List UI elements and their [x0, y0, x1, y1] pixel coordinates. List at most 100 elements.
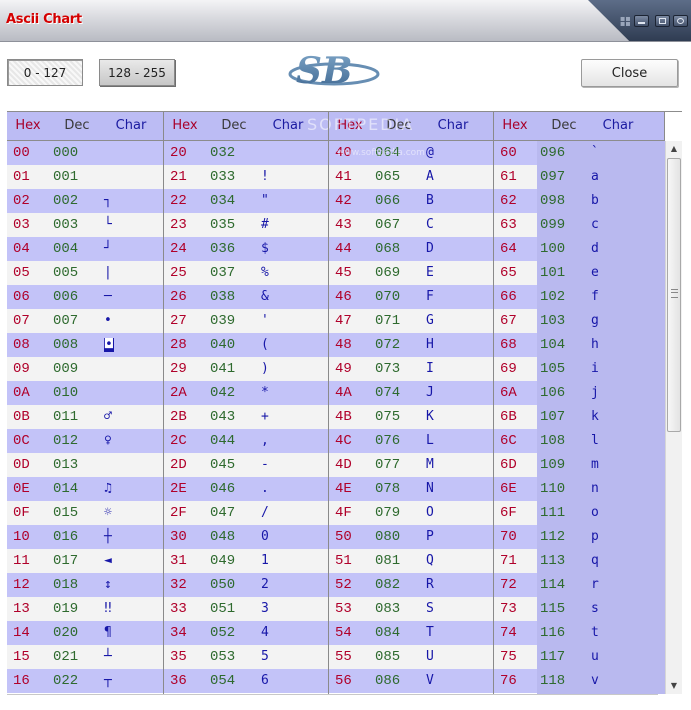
- minimize-button[interactable]: [634, 15, 649, 27]
- maximize-button[interactable]: [655, 15, 670, 27]
- hex-cell: 63: [500, 217, 517, 233]
- dec-cell: 013: [53, 457, 79, 473]
- char-cell: J: [426, 385, 434, 400]
- hex-cell: 75: [500, 649, 517, 665]
- arrow-down-icon[interactable]: ▼: [666, 678, 682, 694]
- table-row[interactable]: 0E 014 ♫ 2E 046. 4E 078 N 6E 110 n: [7, 477, 599, 501]
- char-cell: v: [591, 673, 599, 688]
- table-row[interactable]: 15 021 ┴ 35 053 5 55 085 U 75 117 u: [7, 645, 599, 669]
- dec-cell: 001: [53, 169, 79, 185]
- char-cell: O: [426, 505, 434, 520]
- char-cell: L: [426, 433, 434, 448]
- table-row[interactable]: 14 020 ¶ 34 052 4 54 084 T 74 116 t: [7, 621, 599, 645]
- table-row[interactable]: 12 018 ↕ 32 050 2 52 082 R 72 114 r: [7, 573, 599, 597]
- dec-cell: 032: [210, 145, 236, 161]
- table-row[interactable]: 0D 013 2D 045 - 4D 077 M 6D 109 m: [7, 453, 599, 477]
- table-row[interactable]: 0C 012 ♀ 2C 044, 4C 076 L 6C 108 l: [7, 429, 599, 453]
- column-header-dec[interactable]: Dec: [373, 112, 425, 140]
- hex-cell: 05: [13, 265, 30, 281]
- column-header-dec[interactable]: Dec: [51, 112, 103, 140]
- table-row[interactable]: 09 009 29 041) 49 073 I 69 105 i: [7, 357, 599, 381]
- table-row[interactable]: 08 008 ◘ 28 040 (48 072 H 68 104 h: [7, 333, 599, 357]
- dec-cell: 067: [375, 217, 401, 233]
- dec-cell: 017: [53, 553, 79, 569]
- vertical-scrollbar[interactable]: ▲ ▼: [665, 141, 682, 694]
- column-header-dec[interactable]: Dec: [538, 112, 590, 140]
- column-header-dec[interactable]: Dec: [208, 112, 260, 140]
- hex-cell: 01: [13, 169, 30, 185]
- char-cell: ◄: [104, 553, 112, 568]
- hex-cell: 55: [335, 649, 352, 665]
- dec-cell: 086: [375, 673, 401, 689]
- hex-cell: 00: [13, 145, 30, 161]
- dec-cell: 077: [375, 457, 401, 473]
- table-row[interactable]: 04 004 ┘ 24 036 $44 068 D 64 100 d: [7, 237, 599, 261]
- char-cell: r: [591, 577, 599, 592]
- scrollbar-thumb[interactable]: [667, 158, 681, 432]
- dec-cell: 019: [53, 601, 79, 617]
- column-header-hex[interactable]: Hex: [164, 112, 206, 140]
- char-cell: k: [591, 409, 599, 424]
- table-row[interactable]: 10 016 ┼ 30 048 0 50 080 P 70 112 p: [7, 525, 599, 549]
- char-cell: ♫: [104, 481, 112, 496]
- table-row[interactable]: 0A 010 2A 042 * 4A 074 J 6A 106 j: [7, 381, 599, 405]
- char-cell: 3: [261, 601, 269, 616]
- char-cell: A: [426, 169, 434, 184]
- hex-cell: 06: [13, 289, 30, 305]
- char-cell: ↕: [104, 577, 112, 592]
- hex-cell: 4D: [335, 457, 352, 473]
- table-row[interactable]: 0B 011 ♂ 2B 043 +4B 075 K 6B 107 k: [7, 405, 599, 429]
- column-header-hex[interactable]: Hex: [329, 112, 371, 140]
- column-header-hex[interactable]: Hex: [494, 112, 536, 140]
- table-row[interactable]: 01 001 21 033! 41 065 A 61 097 a: [7, 165, 599, 189]
- dec-cell: 072: [375, 337, 401, 353]
- char-cell: Q: [426, 553, 434, 568]
- dec-cell: 012: [53, 433, 79, 449]
- title-bar[interactable]: Ascii Chart ▪▪ ▪▪: [0, 0, 691, 42]
- table-row[interactable]: 07 007 • 27 039 ' 47 071 G 67 103 g: [7, 309, 599, 333]
- dec-cell: 113: [540, 553, 566, 569]
- table-row[interactable]: 02 002 ┐ 22 034 " 42 066 B 62 098 b: [7, 189, 599, 213]
- window-title: Ascii Chart: [6, 12, 82, 27]
- dec-cell: 110: [540, 481, 566, 497]
- table-row[interactable]: 0F 015 ☼ 2F 047 / 4F 079 O 6F 111 o: [7, 501, 599, 525]
- table-row[interactable]: 03 003 └ 23 035 #43 067 C 63 099 c: [7, 213, 599, 237]
- table-row[interactable]: 16 022 ┬ 36 054 6 56 086 V 76 118 v: [7, 669, 599, 693]
- column-header-char[interactable]: Char: [260, 112, 316, 140]
- dec-cell: 104: [540, 337, 566, 353]
- char-cell: ┼: [104, 529, 112, 544]
- char-cell: i: [591, 361, 599, 376]
- dec-cell: 051: [210, 601, 236, 617]
- window-close-button[interactable]: [673, 15, 688, 27]
- char-cell: U: [426, 649, 434, 664]
- column-header-char[interactable]: Char: [590, 112, 646, 140]
- hex-cell: 29: [170, 361, 187, 377]
- table-body[interactable]: 00 000 20 032 40 064 @60 096 ` 01 001 21 033! 41 065 A 6…: [7, 141, 665, 694]
- table-row[interactable]: 13 019 ‼ 33 051 3 53 083 S 73 115 s: [7, 597, 599, 621]
- table-row[interactable]: 00 000 20 032 40 064 @60 096 `: [7, 141, 599, 165]
- hex-cell: 54: [335, 625, 352, 641]
- char-cell: ": [261, 193, 269, 208]
- ascii-table[interactable]: Hex Dec Char Hex Dec Char Hex Dec Char Hex Dec Char…: [7, 111, 682, 695]
- hex-cell: 47: [335, 313, 352, 329]
- hex-cell: 34: [170, 625, 187, 641]
- char-cell: ☼: [104, 505, 112, 520]
- close-button[interactable]: Close: [581, 59, 678, 87]
- dec-cell: 008: [53, 337, 79, 353]
- table-row[interactable]: 11 017 ◄ 31 049 1 51 081 Q 71 113 q: [7, 549, 599, 573]
- column-header-char[interactable]: Char: [425, 112, 481, 140]
- dec-cell: 011: [53, 409, 79, 425]
- hex-cell: 11: [13, 553, 30, 569]
- range-0-127-button[interactable]: 0 - 127: [7, 59, 83, 86]
- dec-cell: 014: [53, 481, 79, 497]
- arrow-up-icon[interactable]: ▲: [666, 141, 682, 157]
- range-128-255-button[interactable]: 128 - 255: [99, 59, 175, 86]
- char-cell: ¶: [104, 625, 112, 640]
- table-row[interactable]: 05 005 | 25 037% 45 069 E 65 101 e: [7, 261, 599, 285]
- hex-cell: 67: [500, 313, 517, 329]
- dec-cell: 116: [540, 625, 566, 641]
- table-row[interactable]: 06 006 ─ 26 038 & 46 070 F 66 102 f: [7, 285, 599, 309]
- char-cell: ─: [104, 289, 112, 304]
- column-header-hex[interactable]: Hex: [7, 112, 49, 140]
- column-header-char[interactable]: Char: [103, 112, 159, 140]
